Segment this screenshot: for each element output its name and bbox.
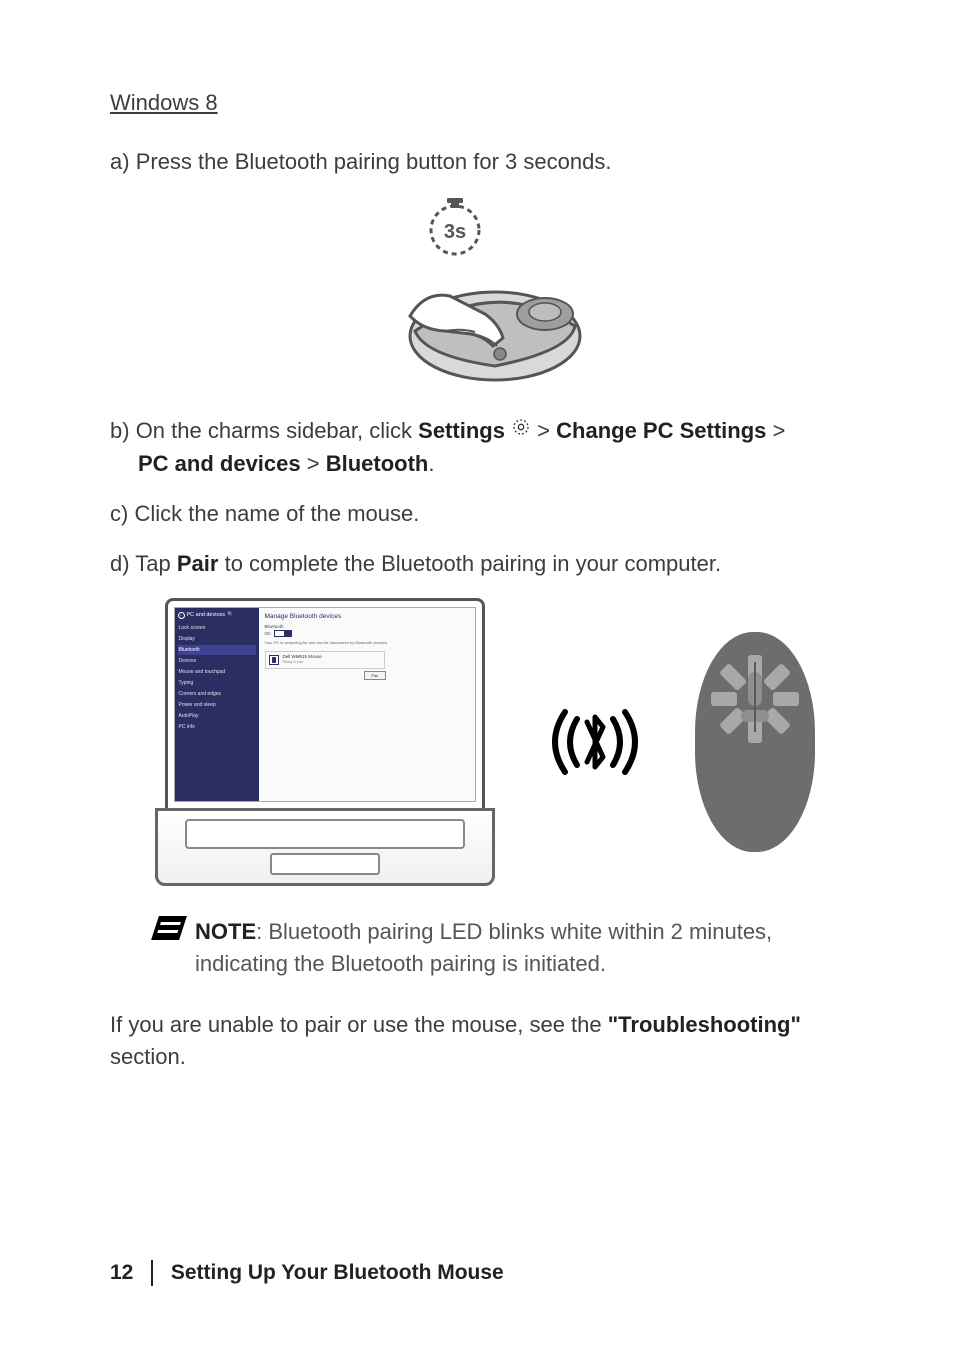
trouble-post: section. xyxy=(110,1044,186,1069)
sidebar-item-active: Bluetooth xyxy=(178,645,256,655)
led-burst-icon xyxy=(705,652,805,752)
sidebar-item: Mouse and touchpad xyxy=(178,667,256,677)
bluetooth-toggle xyxy=(274,630,292,637)
device-icon xyxy=(269,655,279,665)
timer-icon: 3s xyxy=(431,198,479,254)
step-b-sep1: > xyxy=(531,418,556,443)
sidebar-item: Power and sleep xyxy=(178,700,256,710)
step-c-text: Click the name of the mouse. xyxy=(134,501,419,526)
figure-pairing-row: ← PC and devices 🔍 Lock screen Display B… xyxy=(110,598,859,886)
settings-sidebar: ← PC and devices 🔍 Lock screen Display B… xyxy=(175,608,259,801)
step-a-text: Press the Bluetooth pairing button for 3… xyxy=(136,149,612,174)
settings-content: Manage Bluetooth devices Bluetooth On Yo… xyxy=(259,608,475,801)
sidebar-item: AutoPlay xyxy=(178,711,256,721)
search-hint: Your PC is searching for and can be disc… xyxy=(265,640,469,645)
step-b-sep2: > xyxy=(766,418,785,443)
step-b-change: Change PC Settings xyxy=(556,418,766,443)
gear-icon xyxy=(511,414,531,446)
step-b-sep3: > xyxy=(301,451,326,476)
footer-title: Setting Up Your Bluetooth Mouse xyxy=(171,1261,504,1285)
step-d-post: to complete the Bluetooth pairing in you… xyxy=(218,551,721,576)
step-b-pre: On the charms sidebar, click xyxy=(136,418,418,443)
page-number: 12 xyxy=(110,1261,133,1285)
content-title: Manage Bluetooth devices xyxy=(265,613,469,620)
settings-screen: ← PC and devices 🔍 Lock screen Display B… xyxy=(174,607,476,802)
page-footer: 12 Setting Up Your Bluetooth Mouse xyxy=(110,1260,504,1286)
sidebar-header: PC and devices xyxy=(187,612,226,618)
sidebar-item: Corners and edges xyxy=(178,689,256,699)
step-d-letter: d) xyxy=(110,551,130,576)
device-status: Ready to pair xyxy=(283,660,322,664)
sidebar-item: Devices xyxy=(178,656,256,666)
scroll-wheel xyxy=(748,672,762,706)
note-block: NOTE: Bluetooth pairing LED blinks white… xyxy=(155,916,859,980)
note-icon xyxy=(151,916,187,940)
step-d: d) Tap Pair to complete the Bluetooth pa… xyxy=(110,548,859,580)
step-b: b) On the charms sidebar, click Settings… xyxy=(110,415,859,480)
bluetooth-signal-icon xyxy=(525,697,665,787)
step-b-settings: Settings xyxy=(418,418,505,443)
step-b-pcdev: PC and devices xyxy=(138,451,301,476)
sidebar-item: PC info xyxy=(178,722,256,732)
search-icon: 🔍 xyxy=(227,612,234,618)
figure-press-3s: 3s xyxy=(110,196,859,391)
sidebar-item: Lock screen xyxy=(178,623,256,633)
step-d-pair: Pair xyxy=(177,551,219,576)
footer-separator xyxy=(151,1260,153,1286)
step-b-bt: Bluetooth xyxy=(326,451,429,476)
pair-button: Pair xyxy=(364,671,385,680)
back-arrow-icon: ← xyxy=(178,612,185,619)
step-a: a) Press the Bluetooth pairing button fo… xyxy=(110,146,859,178)
step-b-letter: b) xyxy=(110,418,130,443)
toggle-state: On xyxy=(265,631,271,636)
note-text: : Bluetooth pairing LED blinks white wit… xyxy=(195,919,772,976)
device-entry: Dell WM615 Mouse Ready to pair Pair xyxy=(265,651,385,669)
sidebar-item: Display xyxy=(178,634,256,644)
sidebar-item: Typing xyxy=(178,678,256,688)
wheel-base xyxy=(741,710,769,722)
step-d-pre: Tap xyxy=(135,551,177,576)
mouse-top-illustration xyxy=(695,632,815,852)
step-b-period: . xyxy=(428,451,434,476)
trouble-pre: If you are unable to pair or use the mou… xyxy=(110,1012,608,1037)
section-heading: Windows 8 xyxy=(110,90,859,116)
trouble-link: "Troubleshooting" xyxy=(608,1012,801,1037)
laptop-base xyxy=(155,808,495,886)
timer-label: 3s xyxy=(443,221,465,243)
troubleshoot-text: If you are unable to pair or use the mou… xyxy=(110,1009,859,1073)
step-a-letter: a) xyxy=(110,149,130,174)
step-c-letter: c) xyxy=(110,501,128,526)
step-c: c) Click the name of the mouse. xyxy=(110,498,859,530)
toggle-label: Bluetooth xyxy=(265,624,284,629)
laptop-illustration: ← PC and devices 🔍 Lock screen Display B… xyxy=(155,598,495,886)
note-label: NOTE xyxy=(195,919,256,944)
